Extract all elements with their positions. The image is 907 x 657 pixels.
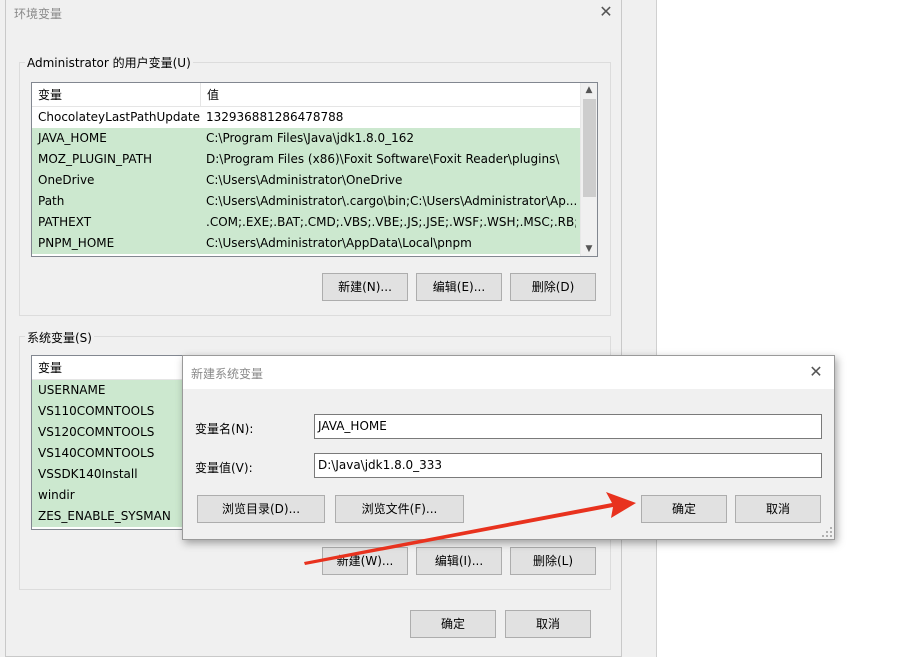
row-variable-name: JAVA_HOME <box>38 131 107 145</box>
env-cancel-button[interactable]: 取消 <box>505 610 591 638</box>
scroll-up-icon[interactable]: ▲ <box>581 83 597 97</box>
row-variable-name: ZES_ENABLE_SYSMAN <box>38 509 171 523</box>
row-variable-name: windir <box>38 488 75 502</box>
system-vars-group-label: 系统变量(S) <box>25 329 94 346</box>
user-vars-scrollbar[interactable]: ▲ ▼ <box>580 83 597 256</box>
table-row[interactable]: ChocolateyLastPathUpdate 1329368812864787… <box>32 107 580 128</box>
desktop-stage: 环境变量 ✕ Administrator 的用户变量(U) 变量 值 Choco… <box>0 0 907 657</box>
row-variable-value: C:\Users\Administrator\AppData\Local\pnp… <box>206 236 472 250</box>
var-value-field[interactable]: D:\Java\jdk1.8.0_333 <box>314 453 822 478</box>
user-new-button[interactable]: 新建(N)... <box>322 273 408 301</box>
system-new-button[interactable]: 新建(W)... <box>322 547 408 575</box>
env-ok-button[interactable]: 确定 <box>410 610 496 638</box>
row-variable-value: C:\Users\Administrator\OneDrive <box>206 173 403 187</box>
user-vars-group-label: Administrator 的用户变量(U) <box>25 54 193 71</box>
close-icon[interactable]: ✕ <box>596 2 616 22</box>
column-header-variable[interactable]: 变量 <box>32 83 200 107</box>
row-variable-name: MOZ_PLUGIN_PATH <box>38 152 153 166</box>
new-var-ok-button[interactable]: 确定 <box>641 495 727 523</box>
column-header-value[interactable]: 值 <box>200 83 580 107</box>
table-row[interactable]: JAVA_HOME C:\Program Files\Java\jdk1.8.0_… <box>32 128 580 149</box>
new-var-cancel-button[interactable]: 取消 <box>735 495 821 523</box>
row-variable-value: .COM;.EXE;.BAT;.CMD;.VBS;.VBE;.JS;.JSE;.… <box>206 215 576 229</box>
table-row[interactable]: ZES_ENABLE_SYSMAN <box>32 506 192 527</box>
user-edit-button[interactable]: 编辑(E)... <box>416 273 502 301</box>
table-row[interactable]: Path C:\Users\Administrator\.cargo\bin;C:… <box>32 191 580 212</box>
table-row[interactable]: VS140COMNTOOLS <box>32 443 192 464</box>
row-variable-value: 132936881286478788 <box>206 110 344 124</box>
row-variable-name: VS110COMNTOOLS <box>38 404 155 418</box>
browse-file-button[interactable]: 浏览文件(F)... <box>335 495 464 523</box>
system-edit-button[interactable]: 编辑(I)... <box>416 547 502 575</box>
row-variable-name: VS140COMNTOOLS <box>38 446 155 460</box>
row-variable-value: C:\Program Files\Java\jdk1.8.0_162 <box>206 131 415 145</box>
env-dialog-title: 环境变量 <box>14 7 63 21</box>
new-var-titlebar: 新建系统变量 ✕ <box>183 356 834 389</box>
row-variable-value: D:\Program Files (x86)\Foxit Software\Fo… <box>206 152 560 166</box>
table-row[interactable]: PATHEXT .COM;.EXE;.BAT;.CMD;.VBS;.VBE;.JS… <box>32 212 580 233</box>
var-value-label: 变量值(V): <box>195 461 253 475</box>
table-row[interactable]: PNPM_HOME C:\Users\Administrator\AppData\… <box>32 233 580 254</box>
row-variable-name: OneDrive <box>38 173 95 187</box>
row-variable-name: VS120COMNTOOLS <box>38 425 155 439</box>
table-row[interactable]: windir <box>32 485 192 506</box>
user-vars-list[interactable]: 变量 值 ChocolateyLastPathUpdate 13293688128… <box>31 82 598 257</box>
new-var-dialog-title: 新建系统变量 <box>191 367 264 381</box>
column-header-variable[interactable]: 变量 <box>32 356 200 380</box>
table-row[interactable]: MOZ_PLUGIN_PATH D:\Program Files (x86)\Fo… <box>32 149 580 170</box>
browse-directory-button[interactable]: 浏览目录(D)... <box>197 495 325 523</box>
env-vars-dialog: 环境变量 ✕ Administrator 的用户变量(U) 变量 值 Choco… <box>5 0 622 657</box>
table-row[interactable]: VS120COMNTOOLS <box>32 422 192 443</box>
var-name-field[interactable]: JAVA_HOME <box>314 414 822 439</box>
row-variable-name: USERNAME <box>38 383 106 397</box>
resize-grip-icon[interactable] <box>822 527 832 537</box>
system-delete-button[interactable]: 删除(L) <box>510 547 596 575</box>
close-icon[interactable]: ✕ <box>806 362 826 382</box>
scroll-down-icon[interactable]: ▼ <box>581 242 597 256</box>
row-variable-value: C:\Users\Administrator\.cargo\bin;C:\Use… <box>206 194 576 208</box>
table-row[interactable]: VS110COMNTOOLS <box>32 401 192 422</box>
scroll-thumb[interactable] <box>583 99 596 197</box>
row-variable-name: PNPM_HOME <box>38 236 115 250</box>
new-system-var-dialog: 新建系统变量 ✕ 变量名(N): JAVA_HOME 变量值(V): D:\Ja… <box>182 355 835 540</box>
user-delete-button[interactable]: 删除(D) <box>510 273 596 301</box>
row-variable-name: Path <box>38 194 65 208</box>
table-row[interactable]: OneDrive C:\Users\Administrator\OneDrive <box>32 170 580 191</box>
user-vars-list-header: 变量 值 <box>32 83 580 107</box>
row-variable-name: PATHEXT <box>38 215 92 229</box>
row-variable-name: VSSDK140Install <box>38 467 138 481</box>
var-name-label: 变量名(N): <box>195 422 254 436</box>
table-row[interactable]: VSSDK140Install <box>32 464 192 485</box>
row-variable-name: ChocolateyLastPathUpdate <box>38 110 200 124</box>
table-row[interactable]: USERNAME <box>32 380 192 401</box>
